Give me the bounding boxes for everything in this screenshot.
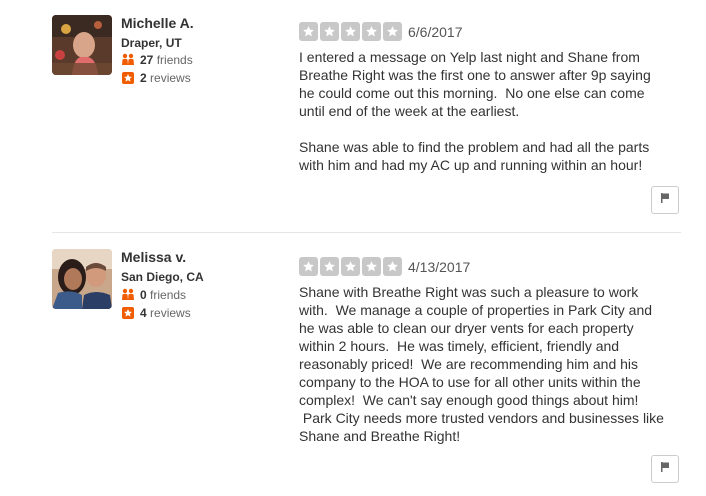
reviews-icon [122,306,134,319]
user-name[interactable]: Melissa v. [121,249,186,265]
avatar[interactable] [52,249,112,309]
star-icon [341,22,360,41]
star-rating [299,22,402,42]
reviews-label: reviews [150,306,191,320]
friends-count: 0 friends [121,287,186,303]
reviews-icon [122,71,134,84]
reviews-count-value: 2 [140,71,147,85]
reviews-count-value: 4 [140,306,147,320]
review-date: 6/6/2017 [408,24,463,40]
review-text: Shane with Breathe Right was such a plea… [299,284,664,444]
star-icon [320,257,339,276]
review-date: 4/13/2017 [408,259,471,275]
friends-count: 27 friends [121,52,193,68]
star-icon [299,257,318,276]
review-item: Michelle A. Draper, UT 27 friends 2 revi… [0,0,706,230]
star-icon [383,257,402,276]
reviews-label: reviews [150,71,191,85]
flag-button[interactable] [651,455,679,483]
star-icon [341,257,360,276]
friends-icon [121,53,137,69]
user-location: Draper, UT [121,36,182,50]
review-text: I entered a message on Yelp last night a… [299,49,651,173]
user-name[interactable]: Michelle A. [121,15,194,31]
friends-count-value: 0 [140,288,147,302]
review-divider [52,232,681,233]
star-icon [362,257,381,276]
avatar[interactable] [52,15,112,75]
friends-label: friends [156,53,193,67]
star-rating [299,257,402,277]
star-icon [383,22,402,41]
flag-icon [659,460,671,478]
flag-icon [659,191,671,209]
user-location: San Diego, CA [121,270,204,284]
friends-icon [121,288,137,304]
reviews-count: 2 reviews [121,70,191,86]
star-icon [320,22,339,41]
star-icon [362,22,381,41]
reviews-count: 4 reviews [121,305,191,321]
friends-label: friends [150,288,187,302]
friends-count-value: 27 [140,53,154,67]
flag-button[interactable] [651,186,679,214]
review-item: Melissa v. San Diego, CA 0 friends 4 rev… [0,234,706,496]
star-icon [299,22,318,41]
